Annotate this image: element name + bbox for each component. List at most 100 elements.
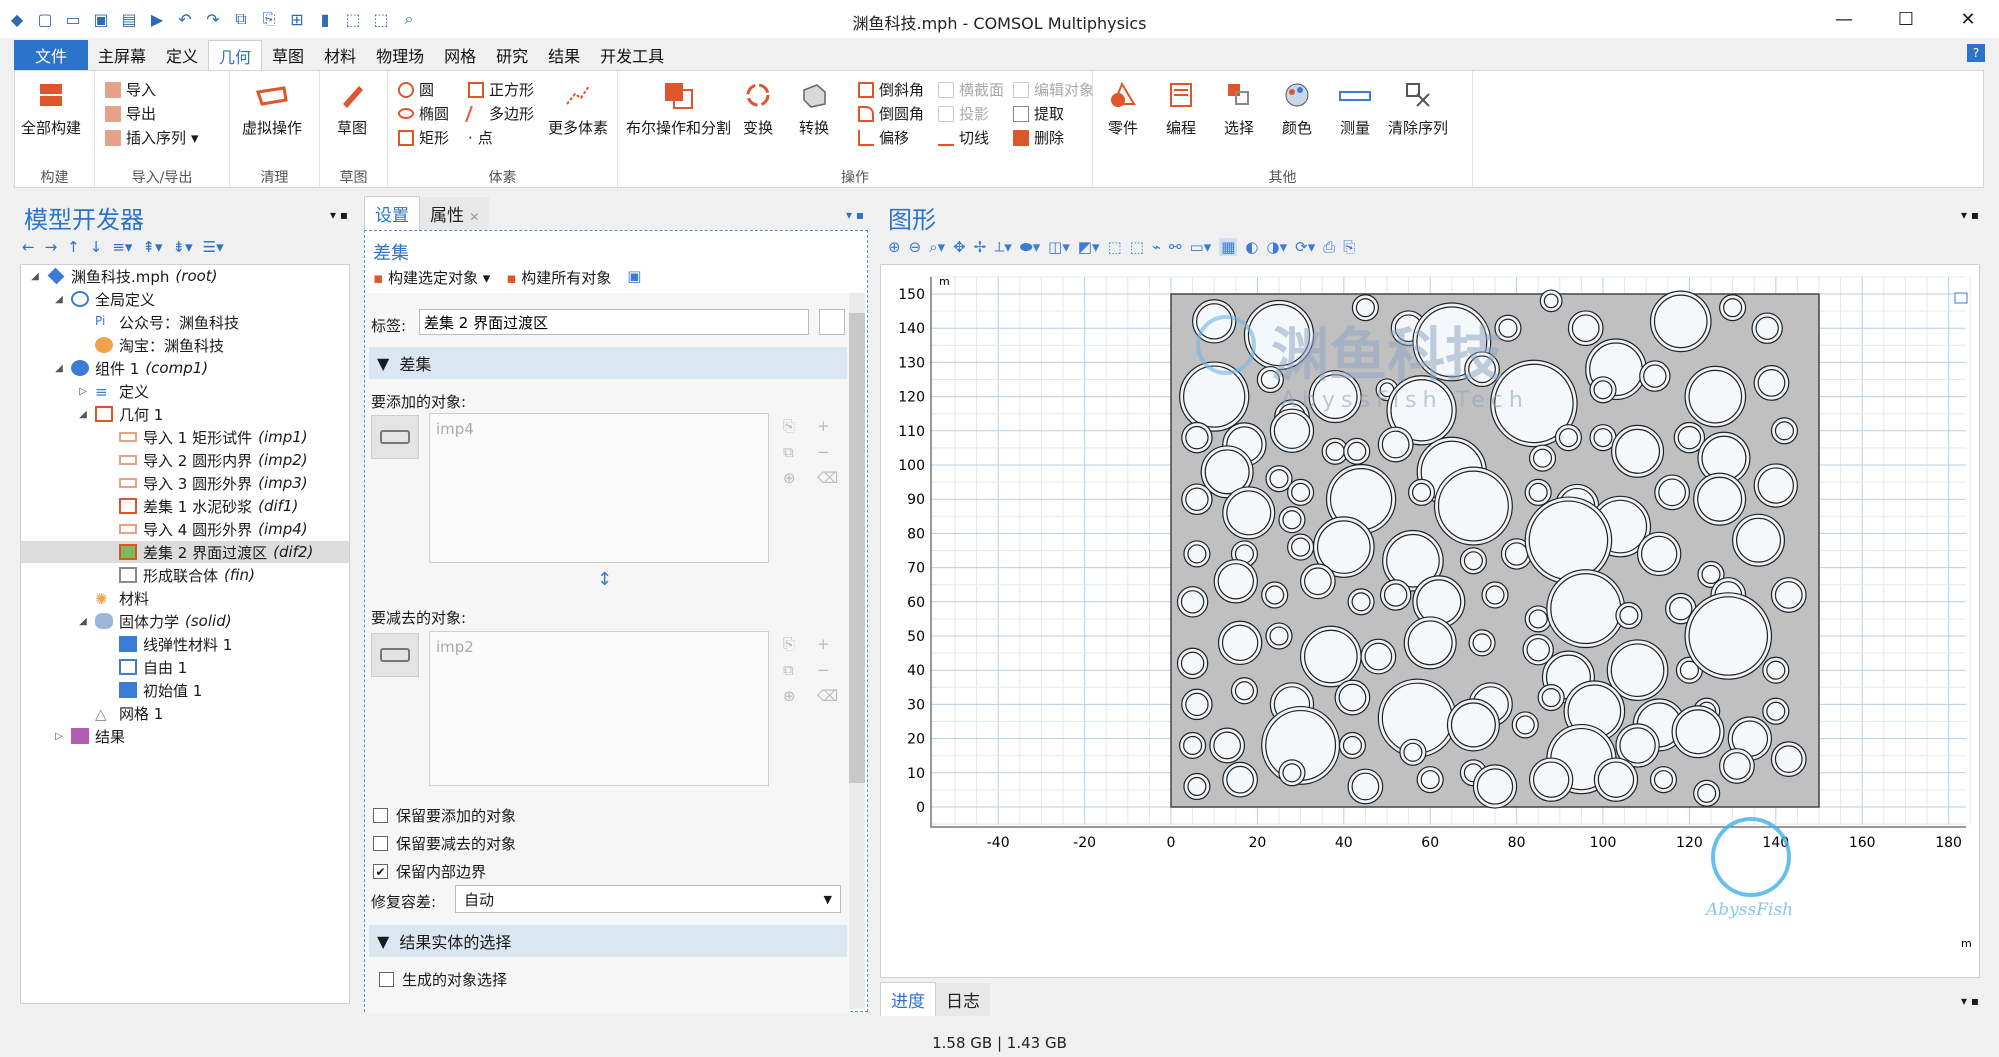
aggregate-inner[interactable] [1677,425,1702,450]
tree-item-root[interactable]: ◢ 渊鱼科技.mph (root) [29,265,217,287]
tree-item-solid-mechanics[interactable]: ◢ 固体力学 (solid) [77,610,231,632]
deselect-icon[interactable]: ⬚ [1130,238,1144,256]
tree-item-mesh[interactable]: △ 网格 1 [95,702,163,724]
point-button[interactable]: · 点 [468,127,493,148]
aggregate-inner[interactable] [1774,745,1803,773]
aggregate-inner[interactable] [1619,727,1656,764]
parts-button[interactable]: 零件 [1105,77,1141,138]
menu-developer[interactable]: 开发工具 [590,40,674,70]
scrollbar-thumb[interactable] [849,313,865,783]
keep-add-checkbox[interactable]: 保留要添加的对象 [373,805,516,826]
tab-progress[interactable]: 进度 [880,982,936,1016]
aggregate-inner[interactable] [1304,567,1332,596]
circle-button[interactable]: 圆 [398,79,434,100]
aggregate-inner[interactable] [1643,364,1667,388]
aggregate-inner[interactable] [1437,470,1509,542]
panel-menu-icon[interactable]: ▾ ▪ [846,208,864,222]
collapse-icon[interactable]: ◢ [77,616,89,627]
build-selected-button[interactable]: ▪ 构建选定对象 ▾ [373,267,490,288]
collapse-icon[interactable]: ◢ [53,363,65,374]
redo-icon[interactable]: ↷ [202,8,224,30]
aggregate-inner[interactable] [1351,772,1380,801]
aggregate-inner[interactable] [1269,469,1289,489]
print-icon[interactable]: ⎘ [1343,238,1355,256]
tree-item-import-3[interactable]: 导入 3 圆形外界 (imp3) [119,472,308,494]
tree-view-icon[interactable]: ⚯ [1169,238,1182,256]
aggregate-inner[interactable] [1723,752,1751,780]
aggregate-inner[interactable] [1526,637,1550,662]
remove-icon[interactable]: − [817,443,838,461]
menu-file[interactable]: 文件 [14,40,88,70]
aggregate-inner[interactable] [1675,709,1721,755]
aggregate-inner[interactable] [1669,596,1693,621]
tree-item-results[interactable]: ▷ 结果 [53,725,125,747]
aggregate-inner[interactable] [1766,660,1786,680]
aggregate-inner[interactable] [1541,688,1561,708]
aggregate-inner[interactable] [1383,583,1408,607]
aggregate-inner[interactable] [1291,482,1311,502]
ellipse-button[interactable]: 椭圆 [398,103,449,124]
aggregate-inner[interactable] [1411,482,1432,502]
panel-menu-icon[interactable]: ▾ ▪ [1961,994,1979,1008]
aggregate-inner[interactable] [1766,701,1786,721]
aggregate-inner[interactable] [1543,293,1559,309]
aggregate-inner[interactable] [1420,770,1440,790]
insert-sequence-button[interactable]: 插入序列 ▾ [105,127,199,148]
expand-icon[interactable]: ▷ [53,731,65,742]
clear-icon[interactable]: ⌫ [817,469,838,487]
aggregate-inner[interactable] [1558,428,1578,448]
add-icon[interactable]: + [817,417,838,435]
deselect-icon[interactable]: ⬚ [370,8,392,30]
aggregate-inner[interactable] [1774,581,1803,609]
aggregate-inner[interactable] [1532,448,1553,468]
tree-item-initial-values[interactable]: 初始值 1 [119,679,202,701]
list-item[interactable]: imp4 [430,414,768,444]
undo-icon[interactable]: ↶ [174,8,196,30]
aggregate-inner[interactable] [1640,535,1678,573]
tab-settings[interactable]: 设置 [364,196,420,230]
tree-item-materials[interactable]: ✺ 材料 [95,587,149,609]
tangent-button[interactable]: 切线 [938,127,989,148]
aggregate-inner[interactable] [1269,626,1289,646]
polygon-button[interactable]: 多边形 [465,103,534,124]
checkbox-checked-icon[interactable]: ✔ [373,864,388,879]
expand-icon[interactable]: ▷ [77,386,89,397]
move-up-icon[interactable]: ↑ [67,238,80,256]
aggregate-inner[interactable] [1347,441,1367,461]
select-objects-icon[interactable]: ◫▾ [1048,238,1070,256]
colors-button[interactable]: 颜色 [1279,77,1315,138]
sketch-button[interactable]: 草图 [334,77,370,138]
aggregate-inner[interactable] [1701,564,1721,585]
checkbox-icon[interactable] [373,836,388,851]
panel-menu-icon[interactable]: ▾ ▪ [330,208,348,222]
select-icon[interactable]: ⬚ [342,8,364,30]
clear-sequence-button[interactable]: 清除序列 [1388,77,1448,138]
section-difference[interactable]: ▼ 差集 [369,347,847,379]
aggregate-inner[interactable] [1615,428,1661,474]
close-button[interactable]: ✕ [1937,0,1999,38]
aggregate-inner[interactable] [1183,365,1246,428]
aggregate-inner[interactable] [1364,642,1393,671]
tree-item-difference-1[interactable]: 差集 1 水泥砂浆 (dif1) [119,495,298,517]
aggregate-inner[interactable] [1619,605,1639,626]
tree-item-import-4[interactable]: 导入 4 圆形外界 (imp4) [119,518,308,540]
paste-icon[interactable]: ⎘ [783,635,796,653]
aggregate-inner[interactable] [1723,298,1743,318]
aggregate-inner[interactable] [1185,425,1209,450]
aggregate-inner[interactable] [1381,430,1410,459]
objects-to-subtract-list[interactable]: imp2 [429,631,769,786]
axis-orientation-icon[interactable]: ⟂▾ [994,238,1012,256]
square-button[interactable]: 正方形 [468,79,534,100]
scene-light-icon[interactable]: ◐ [1245,238,1258,256]
transparency-icon[interactable]: ◑▾ [1267,238,1288,256]
selection-list-icon[interactable]: ▭▾ [1190,238,1212,256]
list-icon[interactable]: ☰▾ [203,238,224,256]
aggregate-inner[interactable] [1273,412,1311,449]
clear-icon[interactable]: ⌫ [817,687,838,705]
select-domains-icon[interactable]: ◩▾ [1078,238,1100,256]
remove-icon[interactable]: − [817,661,838,679]
rectangle-button[interactable]: 矩形 [398,127,449,148]
open-file-icon[interactable]: ▭ [62,8,84,30]
select-box-icon[interactable]: ⬚ [1108,238,1122,256]
zoom-box-icon[interactable]: ⌕▾ [929,238,945,256]
